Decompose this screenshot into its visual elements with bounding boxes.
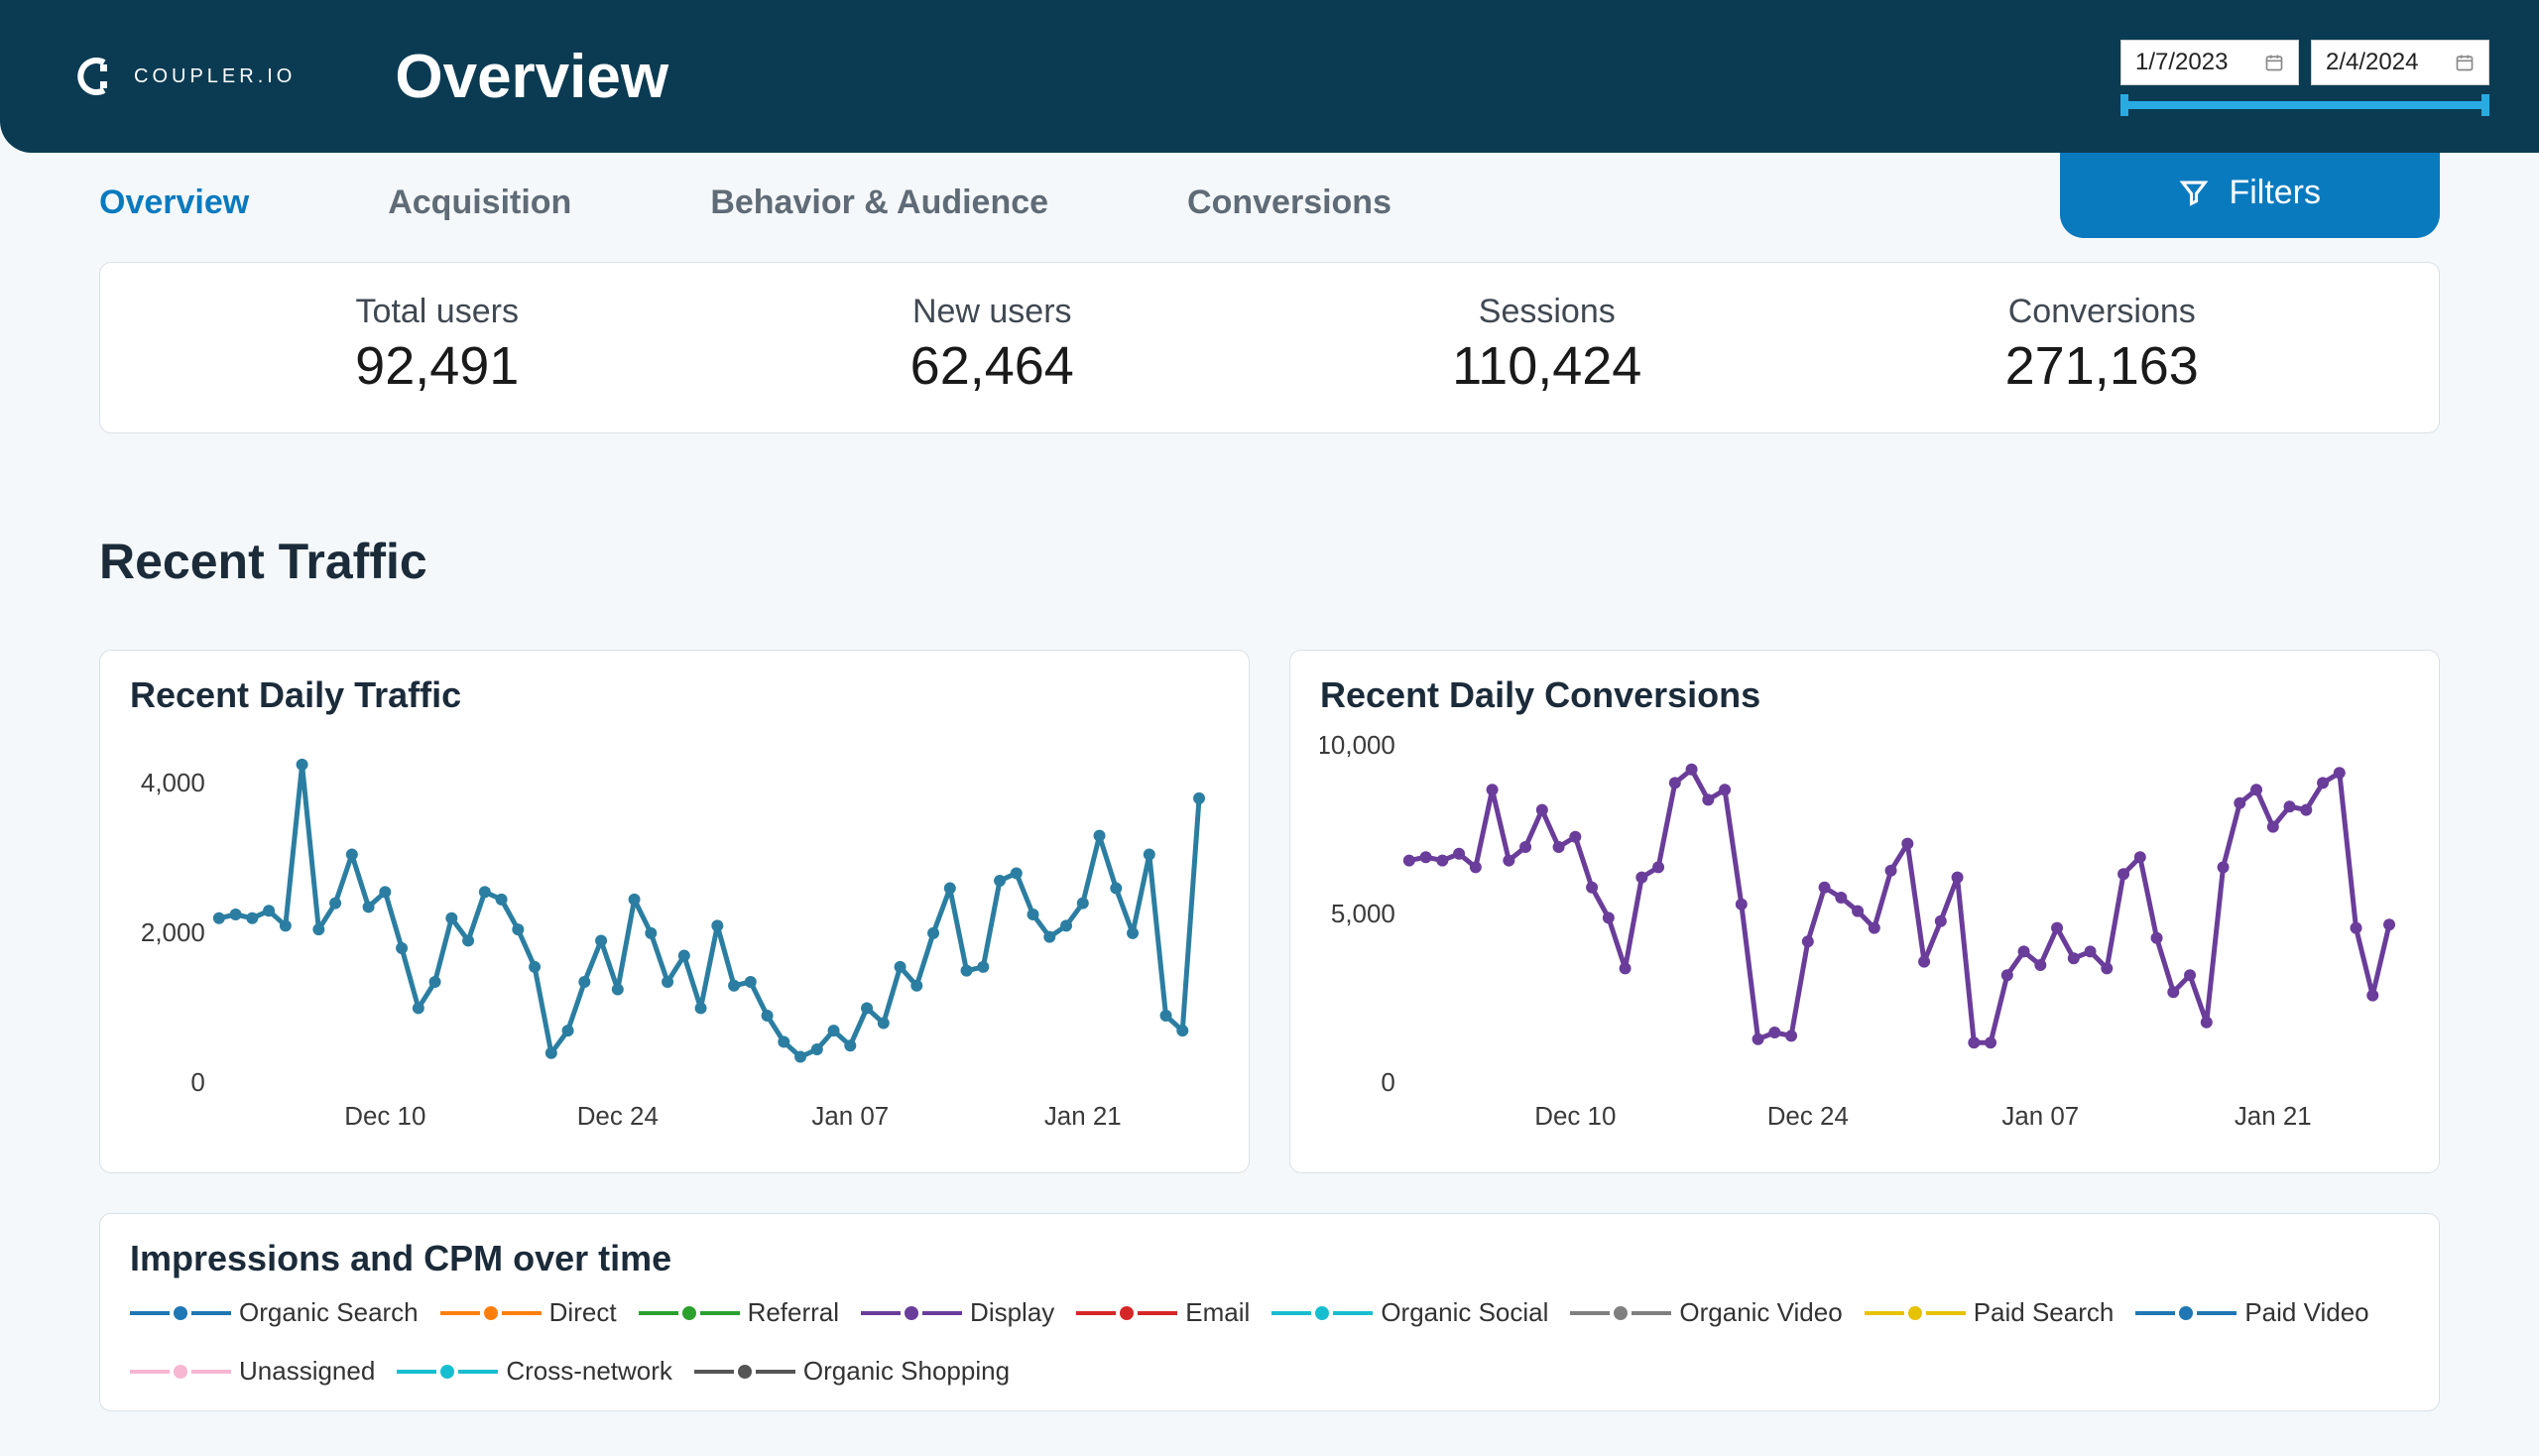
kpi-label: Conversions [1825,293,2380,331]
legend-item[interactable]: Paid Search [1865,1297,2115,1328]
legend-item[interactable]: Unassigned [130,1356,375,1387]
date-end-input[interactable]: 2/4/2024 [2311,40,2489,85]
tab-conversions[interactable]: Conversions [1187,164,1391,242]
legend-item[interactable]: Referral [639,1297,839,1328]
filter-icon [2179,178,2209,207]
section-title-recent-traffic: Recent Traffic [99,533,2440,590]
legend-label: Paid Search [1974,1297,2115,1328]
kpi-value: 92,491 [160,335,715,397]
chart-card-conversions: Recent Daily Conversions 0 5,000 10,000 Dec… [1289,650,2440,1173]
legend-label: Organic Video [1679,1297,1842,1328]
date-start-input[interactable]: 1/7/2023 [2120,40,2299,85]
legend-item[interactable]: Organic Video [1570,1297,1842,1328]
chart-title: Recent Daily Traffic [130,674,1219,716]
kpi-value: 110,424 [1270,335,1825,397]
filters-button[interactable]: Filters [2060,148,2440,238]
legend-item[interactable]: Cross-network [397,1356,672,1387]
date-start-value: 1/7/2023 [2135,49,2228,76]
svg-text:4,000: 4,000 [141,768,205,797]
kpi-value: 271,163 [1825,335,2380,397]
legend: Organic Search Direct Referral Display Email… [130,1297,2409,1387]
kpi-sessions: Sessions 110,424 [1270,293,1825,397]
tab-acquisition[interactable]: Acquisition [388,164,571,242]
kpi-label: Total users [160,293,715,331]
legend-item[interactable]: Organic Search [130,1297,419,1328]
chart-card-impressions: Impressions and CPM over time Organic Se… [99,1213,2440,1411]
tab-overview[interactable]: Overview [99,164,249,242]
tabs-bar: Overview Acquisition Behavior & Audience… [0,153,2539,252]
logo-icon [74,57,114,96]
legend-label: Organic Shopping [803,1356,1010,1387]
svg-text:10,000: 10,000 [1320,730,1395,760]
legend-label: Referral [748,1297,839,1328]
legend-item[interactable]: Display [861,1297,1054,1328]
svg-text:Dec 24: Dec 24 [1767,1101,1849,1131]
filters-label: Filters [2229,174,2321,212]
chart-card-traffic: Recent Daily Traffic 0 2,000 4,000 Dec 10 De… [99,650,1250,1173]
date-range-picker[interactable]: 1/7/2023 2/4/2024 [2120,40,2489,109]
legend-item[interactable]: Email [1076,1297,1250,1328]
legend-item[interactable]: Direct [440,1297,617,1328]
date-end-value: 2/4/2024 [2326,49,2418,76]
date-range-slider[interactable] [2120,101,2489,109]
legend-label: Email [1185,1297,1250,1328]
svg-text:0: 0 [1381,1067,1394,1097]
svg-text:0: 0 [190,1067,204,1097]
svg-text:Jan 21: Jan 21 [1044,1101,1122,1131]
svg-text:Jan 21: Jan 21 [2235,1101,2312,1131]
legend-item[interactable]: Organic Social [1271,1297,1548,1328]
kpi-card: Total users 92,491 New users 62,464 Sess… [99,262,2440,433]
chart-conversions: 0 5,000 10,000 Dec 10 Dec 24 Jan 07 Jan 21 [1320,726,2409,1143]
kpi-total-users: Total users 92,491 [160,293,715,397]
kpi-new-users: New users 62,464 [715,293,1270,397]
svg-text:2,000: 2,000 [141,917,205,947]
legend-label: Direct [549,1297,617,1328]
calendar-icon [2264,53,2284,72]
legend-label: Unassigned [239,1356,375,1387]
chart-title: Recent Daily Conversions [1320,674,2409,716]
legend-label: Organic Search [239,1297,419,1328]
legend-label: Organic Social [1381,1297,1548,1328]
kpi-label: Sessions [1270,293,1825,331]
svg-text:Jan 07: Jan 07 [2001,1101,2079,1131]
header: COUPLER.IO Overview 1/7/2023 2/4/2024 [0,0,2539,153]
kpi-label: New users [715,293,1270,331]
chart-traffic: 0 2,000 4,000 Dec 10 Dec 24 Jan 07 Jan 21 [130,726,1219,1143]
svg-text:Dec 10: Dec 10 [1534,1101,1616,1131]
brand-logo: COUPLER.IO [74,57,296,96]
legend-label: Display [970,1297,1054,1328]
kpi-conversions: Conversions 271,163 [1825,293,2380,397]
svg-text:Dec 10: Dec 10 [344,1101,425,1131]
tab-behavior-audience[interactable]: Behavior & Audience [710,164,1048,242]
svg-text:Jan 07: Jan 07 [811,1101,889,1131]
page-title: Overview [395,42,668,112]
legend-label: Cross-network [506,1356,672,1387]
kpi-value: 62,464 [715,335,1270,397]
svg-text:5,000: 5,000 [1331,899,1395,928]
calendar-icon [2455,53,2475,72]
legend-item[interactable]: Paid Video [2135,1297,2368,1328]
brand-name: COUPLER.IO [134,65,296,88]
legend-label: Paid Video [2244,1297,2368,1328]
chart-title: Impressions and CPM over time [130,1238,2409,1279]
legend-item[interactable]: Organic Shopping [694,1356,1010,1387]
svg-text:Dec 24: Dec 24 [577,1101,659,1131]
